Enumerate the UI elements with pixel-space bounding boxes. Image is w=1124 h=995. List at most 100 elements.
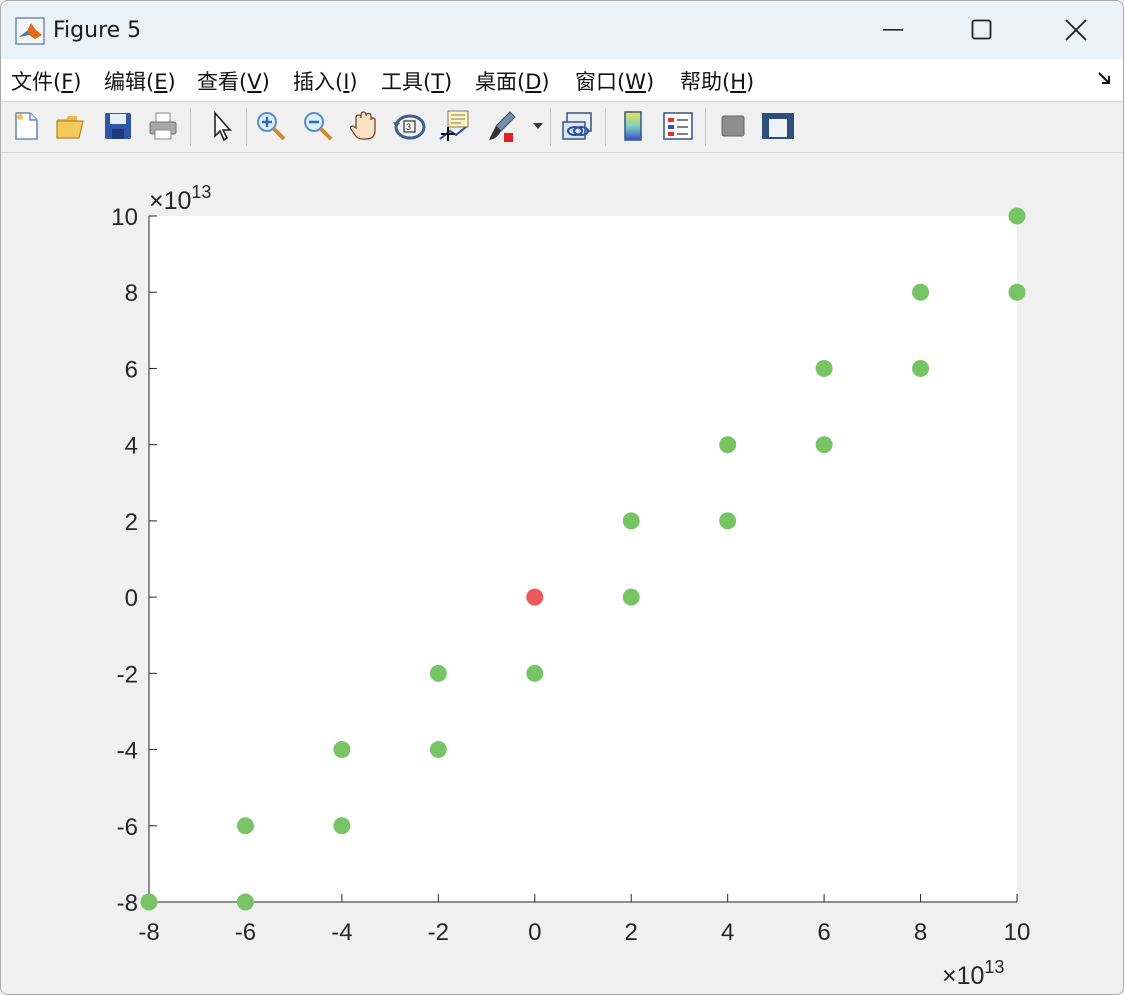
show-plot-tools-button[interactable] — [761, 108, 795, 144]
data-point — [912, 283, 930, 301]
x-tick-label: 4 — [721, 919, 734, 946]
zoom-in-button[interactable] — [254, 108, 288, 144]
window-title: Figure 5 — [53, 18, 142, 43]
minimize-button[interactable] — [846, 1, 942, 59]
x-tick-label: 8 — [914, 919, 927, 946]
data-point — [622, 512, 640, 530]
y-tick-label: 2 — [125, 509, 138, 536]
menu-insert[interactable]: 插入(I) — [293, 66, 358, 96]
y-tick-label: 4 — [125, 433, 138, 460]
data-point — [815, 359, 833, 377]
data-point — [429, 664, 447, 682]
pan-button[interactable] — [347, 108, 381, 144]
figure-window: Figure 5 文件(F) 编辑(E) 查看(V) 插入(I) 工具(T) 桌… — [0, 0, 1124, 995]
hide-plot-tools-button[interactable] — [716, 108, 750, 144]
data-point — [236, 817, 254, 835]
toolbar-separator — [550, 108, 551, 146]
dock-figure-icon[interactable] — [1097, 71, 1113, 87]
data-point — [333, 741, 351, 759]
data-point — [333, 817, 351, 835]
colorbar-button[interactable] — [616, 108, 650, 144]
x-tick-label: -8 — [138, 919, 159, 946]
data-point — [912, 359, 930, 377]
show-plot-tools-icon — [762, 113, 794, 139]
toolbar-separator — [705, 108, 706, 146]
rotate-3d-button[interactable]: 3 — [393, 108, 427, 144]
menu-bar: 文件(F) 编辑(E) 查看(V) 插入(I) 工具(T) 桌面(D) 窗口(W… — [1, 59, 1123, 102]
menu-desktop[interactable]: 桌面(D) — [475, 66, 550, 96]
menu-window[interactable]: 窗口(W) — [575, 66, 654, 96]
y-tick-label: -8 — [117, 890, 138, 917]
menu-tools[interactable]: 工具(T) — [381, 66, 452, 96]
pointer-button[interactable] — [204, 108, 238, 144]
minimize-icon — [883, 29, 903, 31]
link-plot-icon — [562, 112, 592, 140]
brush-icon — [489, 111, 516, 142]
data-point — [236, 893, 254, 911]
x-tick-label: 6 — [817, 919, 830, 946]
axes-background — [149, 216, 1017, 902]
matlab-logo-icon — [15, 17, 45, 45]
menu-edit[interactable]: 编辑(E) — [104, 66, 176, 96]
figure-toolbar: 3 — [1, 102, 1123, 153]
print-button[interactable] — [146, 108, 180, 144]
save-icon — [105, 113, 131, 139]
open-file-icon — [56, 116, 84, 139]
x-tick-label: -2 — [428, 919, 449, 946]
open-file-button[interactable] — [54, 108, 88, 144]
toolbar-separator — [190, 108, 191, 146]
data-cursor-button[interactable] — [438, 108, 472, 144]
svg-text:3: 3 — [406, 122, 411, 132]
y-tick-label: 0 — [125, 585, 138, 612]
data-point — [815, 436, 833, 454]
data-point — [622, 588, 640, 606]
x-tick-label: 0 — [528, 919, 541, 946]
pointer-icon — [214, 110, 232, 142]
toolbar-separator — [605, 108, 606, 146]
zoom-out-icon — [304, 112, 333, 141]
data-point — [1008, 207, 1026, 225]
brush-dropdown-button[interactable] — [529, 108, 547, 144]
data-point — [1008, 283, 1026, 301]
y-exponent-label: ×1013 — [149, 182, 211, 215]
brush-dropdown-icon — [533, 123, 543, 129]
y-tick-label: 6 — [125, 356, 138, 383]
maximize-button[interactable] — [934, 1, 1030, 59]
y-tick-label: -6 — [117, 814, 138, 841]
title-bar[interactable]: Figure 5 — [1, 1, 1123, 59]
y-tick-label: -2 — [117, 661, 138, 688]
y-tick-label: 10 — [111, 204, 138, 231]
new-figure-icon — [15, 112, 38, 140]
x-tick-label: -4 — [331, 919, 352, 946]
pan-hand-icon — [350, 111, 376, 140]
toolbar-separator — [246, 108, 247, 146]
maximize-icon — [971, 19, 992, 40]
x-tick-label: -6 — [235, 919, 256, 946]
legend-icon — [663, 112, 693, 140]
data-point — [526, 664, 544, 682]
menu-file[interactable]: 文件(F) — [11, 66, 82, 96]
y-tick-label: 8 — [125, 280, 138, 307]
x-tick-label: 2 — [625, 919, 638, 946]
colorbar-icon — [624, 111, 642, 141]
x-tick-label: 10 — [1004, 919, 1031, 946]
data-point — [719, 512, 737, 530]
brush-button[interactable] — [486, 108, 520, 144]
menu-help[interactable]: 帮助(H) — [680, 66, 754, 96]
figure-canvas[interactable]: -8 -6 -4 -2 0 2 4 6 8 10 -8 -6 -4 -2 0 2 4 6 8 10 ×1013 ×10… — [1, 153, 1123, 994]
close-button[interactable] — [1028, 1, 1123, 59]
link-plot-button[interactable] — [561, 108, 595, 144]
legend-button[interactable] — [661, 108, 695, 144]
close-icon — [1065, 19, 1087, 41]
menu-view[interactable]: 查看(V) — [197, 66, 270, 96]
scatter-chart[interactable]: -8 -6 -4 -2 0 2 4 6 8 10 -8 -6 -4 -2 0 2 4 6 8 10 ×1013 ×10… — [1, 153, 1123, 994]
save-button[interactable] — [101, 108, 135, 144]
y-tick-label: -4 — [117, 738, 138, 765]
zoom-in-icon — [257, 112, 286, 141]
new-figure-button[interactable] — [9, 108, 43, 144]
rotate-3d-icon: 3 — [393, 114, 426, 140]
x-exponent-label: ×1013 — [942, 957, 1004, 990]
zoom-out-button[interactable] — [301, 108, 335, 144]
data-point — [719, 436, 737, 454]
print-icon — [149, 112, 177, 140]
